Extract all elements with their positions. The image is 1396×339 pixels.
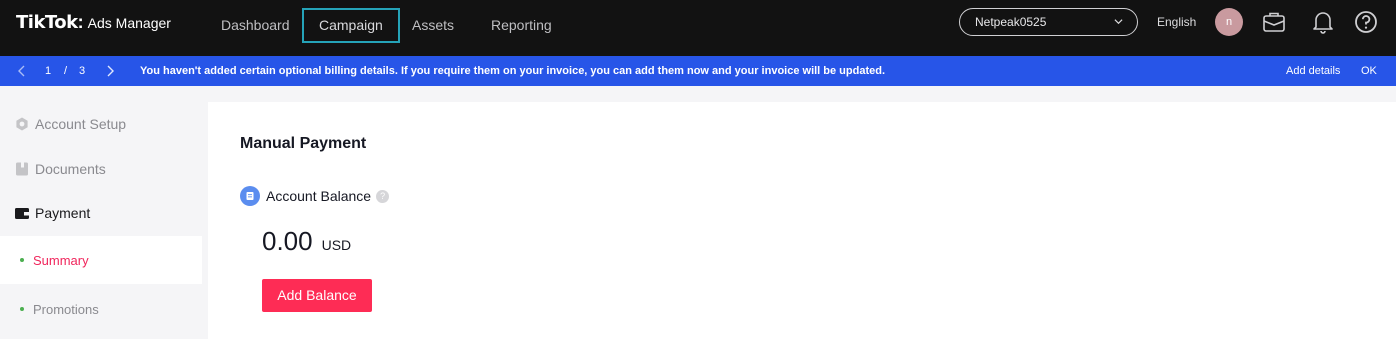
sidebar-item-label: Documents <box>35 161 106 177</box>
settings-sidebar: Account Setup Documents Payment Summary … <box>0 102 208 339</box>
bullet-dot <box>20 258 24 262</box>
banner-page-separator: / <box>64 65 68 77</box>
balance-amount: 0.00 USD <box>262 226 351 257</box>
add-details-link[interactable]: Add details <box>1286 65 1340 77</box>
billing-notice-banner: 1 / 3 You haven't added certain optional… <box>0 56 1396 86</box>
wallet-icon <box>15 208 29 219</box>
tiktok-ads-manager-logo[interactable]: TikTok : Ads Manager <box>16 12 171 33</box>
document-icon <box>16 162 28 176</box>
balance-icon <box>240 186 260 206</box>
banner-page-current: 1 <box>45 65 52 77</box>
sidebar-subitem-promotions[interactable]: Promotions <box>0 285 202 333</box>
list-glyph-icon <box>246 192 254 200</box>
account-selector-value: Netpeak0525 <box>975 15 1047 29</box>
account-selector[interactable]: Netpeak0525 <box>959 8 1138 36</box>
help-icon[interactable] <box>1353 9 1379 35</box>
sidebar-item-account-setup[interactable]: Account Setup <box>14 112 126 136</box>
payment-summary-panel: Manual Payment Account Balance ? 0.00 US… <box>208 102 1396 339</box>
chevron-left-icon[interactable] <box>16 64 28 78</box>
banner-message: You haven't added certain optional billi… <box>140 65 886 77</box>
question-icon[interactable]: ? <box>376 189 390 203</box>
chevron-right-icon[interactable] <box>104 64 116 78</box>
gear-hex-icon <box>16 117 28 131</box>
top-navigation-bar: TikTok : Ads Manager Dashboard Campaign … <box>0 0 1396 56</box>
nav-assets[interactable]: Assets <box>398 8 468 43</box>
language-selector[interactable]: English <box>1157 15 1196 29</box>
avatar[interactable]: n <box>1215 8 1243 36</box>
bullet-dot <box>20 307 24 311</box>
logo-product: Ads Manager <box>87 15 171 31</box>
bell-icon[interactable] <box>1310 9 1336 35</box>
nav-campaign[interactable]: Campaign <box>302 8 400 43</box>
account-balance-label: Account Balance <box>266 188 372 204</box>
logo-colon: : <box>77 12 84 32</box>
sidebar-item-documents[interactable]: Documents <box>14 157 106 181</box>
sidebar-subitem-label: Promotions <box>33 301 99 317</box>
account-balance-header: Account Balance ? <box>240 186 390 206</box>
sidebar-item-label: Payment <box>35 205 91 221</box>
nav-dashboard[interactable]: Dashboard <box>207 8 304 43</box>
logo-brand: TikTok <box>16 12 78 33</box>
banner-ok-button[interactable]: OK <box>1361 65 1377 77</box>
chevron-down-icon <box>1114 19 1123 25</box>
page-title: Manual Payment <box>240 135 367 152</box>
sidebar-item-label: Account Setup <box>35 116 127 132</box>
balance-value: 0.00 <box>262 226 313 256</box>
sidebar-subitem-label: Summary <box>33 252 89 268</box>
nav-reporting[interactable]: Reporting <box>477 8 566 43</box>
briefcase-icon[interactable] <box>1261 9 1287 35</box>
balance-currency: USD <box>321 237 352 253</box>
sidebar-item-payment[interactable]: Payment <box>14 201 90 225</box>
add-balance-button[interactable]: Add Balance <box>262 279 372 312</box>
banner-page-total: 3 <box>79 65 86 77</box>
sidebar-subitem-summary[interactable]: Summary <box>0 236 202 284</box>
